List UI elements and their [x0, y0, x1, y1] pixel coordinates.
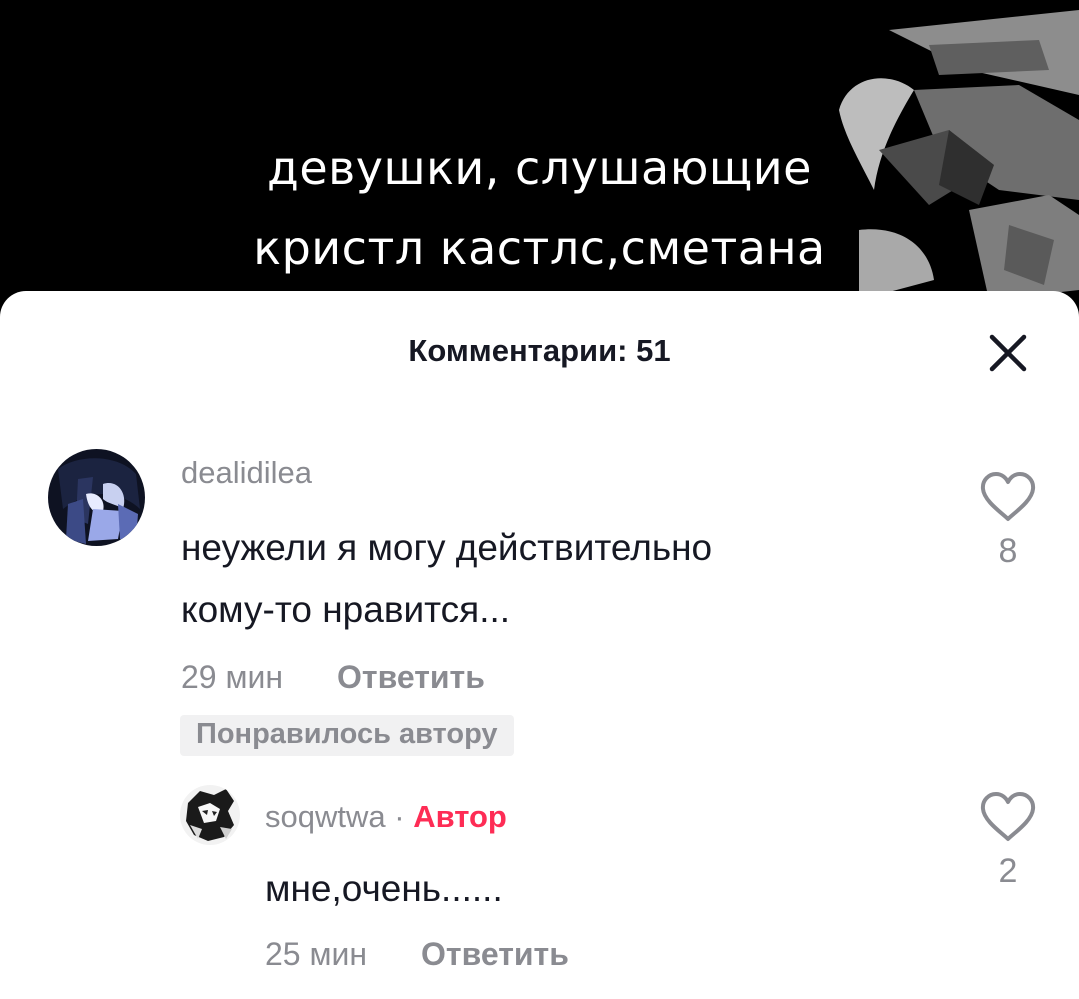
avatar-image: [48, 449, 145, 546]
like-count: 8: [998, 532, 1018, 570]
reply-username-row: soqwtwa · Автор: [265, 799, 507, 835]
comment-username[interactable]: dealidilea: [181, 455, 312, 491]
like-count: 2: [998, 852, 1018, 890]
reply-username[interactable]: soqwtwa: [265, 799, 386, 834]
comment-text: неужели я могу действительно кому-то нра…: [181, 517, 712, 641]
heart-icon: [980, 792, 1036, 841]
reply-button[interactable]: Ответить: [421, 936, 569, 973]
tiktok-screen: девушки, слушающие кристл кастлс,сметана…: [0, 0, 1079, 999]
close-button[interactable]: [984, 329, 1032, 377]
comment-time: 29 мин: [181, 659, 284, 695]
author-badge: Автор: [413, 799, 507, 834]
video-caption: девушки, слушающие кристл кастлс,сметана: [0, 128, 1079, 288]
comments-header: Комментарии: 51: [0, 291, 1079, 415]
caption-line: девушки, слушающие: [267, 141, 812, 195]
avatar[interactable]: [48, 449, 145, 546]
liked-by-author-badge: Понравилось автору: [180, 715, 514, 756]
avatar[interactable]: [180, 785, 240, 845]
comment-text-line: кому-то нравится...: [181, 589, 511, 630]
comment-text-line: неужели я могу действительно: [181, 527, 713, 568]
caption-line: кристл кастлс,сметана: [253, 221, 826, 275]
separator-dot: ·: [394, 799, 405, 834]
comments-sheet: Комментарии: 51 dealidilea неужели я мог…: [0, 291, 1079, 999]
like-button[interactable]: [978, 471, 1038, 528]
like-button[interactable]: [978, 791, 1038, 848]
reply-text: мне,очень......: [265, 868, 503, 909]
heart-icon: [980, 472, 1036, 521]
video-player[interactable]: девушки, слушающие кристл кастлс,сметана: [0, 0, 1079, 310]
reply-time: 25 мин: [265, 936, 368, 972]
close-icon: [989, 334, 1027, 372]
comments-title: Комментарии: 51: [408, 333, 671, 368]
avatar-image: [180, 785, 240, 845]
reply-button[interactable]: Ответить: [337, 659, 485, 696]
